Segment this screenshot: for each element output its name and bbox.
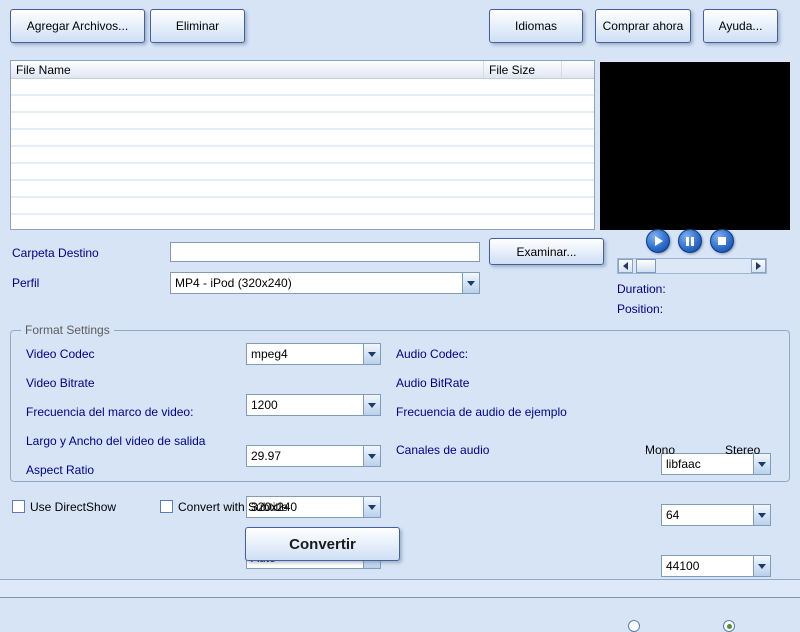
audio-samplerate-value: 44100 <box>666 559 700 573</box>
audio-samplerate-dropdown-button[interactable] <box>753 556 770 576</box>
browse-label: Examinar... <box>516 244 577 259</box>
position-label: Position: <box>617 302 664 316</box>
video-bitrate-label: Video Bitrate <box>26 376 95 390</box>
format-settings-title: Format Settings <box>21 323 114 337</box>
file-list-body[interactable] <box>11 79 594 229</box>
convert-button[interactable]: Convertir <box>245 527 400 561</box>
audio-codec-dropdown-button[interactable] <box>753 454 770 474</box>
stereo-label: Stereo <box>725 443 761 457</box>
file-name-header-label: File Name <box>16 62 71 77</box>
audio-samplerate-label: Frecuencia de audio de ejemplo <box>396 405 567 419</box>
video-codec-dropdown-button[interactable] <box>363 344 380 364</box>
video-framerate-value: 29.97 <box>251 449 282 463</box>
audio-bitrate-select[interactable]: 64 <box>661 504 771 526</box>
aspect-ratio-label: Aspect Ratio <box>26 463 95 477</box>
destination-input[interactable] <box>170 242 480 262</box>
video-codec-value: mpeg4 <box>251 347 288 361</box>
mono-label: Mono <box>645 443 676 457</box>
convert-label: Convertir <box>289 535 356 553</box>
radio-stereo[interactable] <box>723 620 736 632</box>
audio-bitrate-dropdown-button[interactable] <box>753 505 770 525</box>
file-list-header: File Name File Size <box>11 61 594 79</box>
radio-mono[interactable] <box>628 620 640 632</box>
file-size-column-header[interactable]: File Size <box>484 61 562 78</box>
file-name-column-header[interactable]: File Name <box>11 61 484 78</box>
help-label: Ayuda... <box>718 19 763 33</box>
audio-codec-label: Audio Codec: <box>396 347 469 361</box>
checkbox-use-directshow[interactable] <box>12 500 25 513</box>
checkbox-convert-with-subtitle[interactable] <box>160 500 173 513</box>
help-button[interactable]: Ayuda... <box>703 9 778 43</box>
video-codec-select[interactable]: mpeg4 <box>246 343 381 365</box>
chevron-down-icon <box>467 280 475 286</box>
play-button[interactable] <box>646 229 670 253</box>
delete-label: Eliminar <box>175 19 220 33</box>
audio-samplerate-select[interactable]: 44100 <box>661 555 771 577</box>
buy-now-button[interactable]: Comprar ahora <box>595 9 691 43</box>
arrow-right-icon <box>756 262 761 270</box>
video-size-dropdown-button[interactable] <box>363 497 380 517</box>
languages-button[interactable]: Idiomas <box>489 9 583 43</box>
audio-codec-value: libfaac <box>666 457 701 471</box>
audio-channels-label: Canales de audio <box>396 443 490 457</box>
video-framerate-dropdown-button[interactable] <box>363 446 380 466</box>
video-codec-label: Video Codec <box>26 347 95 361</box>
chevron-down-icon <box>368 351 376 357</box>
video-bitrate-value: 1200 <box>251 398 278 412</box>
convert-with-subtitle-label: Convert with Subtitle <box>178 500 289 514</box>
extra-column-header[interactable] <box>562 61 594 78</box>
file-size-header-label: File Size <box>489 62 536 77</box>
chevron-down-icon <box>368 453 376 459</box>
video-preview <box>600 62 790 230</box>
audio-bitrate-value: 64 <box>666 508 680 522</box>
use-directshow-label: Use DirectShow <box>30 500 117 514</box>
seek-left-button[interactable] <box>618 259 633 273</box>
chevron-down-icon <box>758 512 766 518</box>
stop-icon <box>718 237 726 245</box>
video-framerate-label: Frecuencia del marco de video: <box>26 405 194 419</box>
profile-label: Perfil <box>12 276 40 290</box>
languages-label: Idiomas <box>514 19 558 33</box>
profile-value: MP4 - iPod (320x240) <box>175 276 292 290</box>
chevron-down-icon <box>758 563 766 569</box>
destination-label: Carpeta Destino <box>12 246 99 260</box>
browse-button[interactable]: Examinar... <box>489 238 604 265</box>
duration-label: Duration: <box>617 282 666 296</box>
video-framerate-select[interactable]: 29.97 <box>246 445 381 467</box>
profile-dropdown-button[interactable] <box>462 273 479 293</box>
stop-button[interactable] <box>710 229 734 253</box>
chevron-down-icon <box>758 461 766 467</box>
pause-button[interactable] <box>678 229 702 253</box>
chevron-down-icon <box>368 504 376 510</box>
buy-now-label: Comprar ahora <box>602 19 684 33</box>
add-files-label: Agregar Archivos... <box>26 19 129 33</box>
chevron-down-icon <box>368 402 376 408</box>
video-size-label: Largo y Ancho del video de salida <box>26 434 206 448</box>
pause-icon <box>686 236 694 246</box>
status-bar <box>0 579 800 598</box>
video-converter-window: { "toolbar": { "add_files_label": "Agreg… <box>0 0 800 632</box>
seek-thumb[interactable] <box>636 259 656 273</box>
format-settings-group: Format Settings Video Codec Video Bitrat… <box>10 323 790 632</box>
audio-bitrate-label: Audio BitRate <box>396 376 470 390</box>
add-files-button[interactable]: Agregar Archivos... <box>10 9 145 43</box>
file-list[interactable]: File Name File Size <box>10 60 595 230</box>
video-bitrate-select[interactable]: 1200 <box>246 394 381 416</box>
arrow-left-icon <box>623 262 628 270</box>
delete-button[interactable]: Eliminar <box>150 9 245 43</box>
profile-select[interactable]: MP4 - iPod (320x240) <box>170 272 480 294</box>
seek-bar[interactable] <box>617 258 767 274</box>
video-bitrate-dropdown-button[interactable] <box>363 395 380 415</box>
seek-right-button[interactable] <box>751 259 766 273</box>
play-icon <box>655 236 663 246</box>
